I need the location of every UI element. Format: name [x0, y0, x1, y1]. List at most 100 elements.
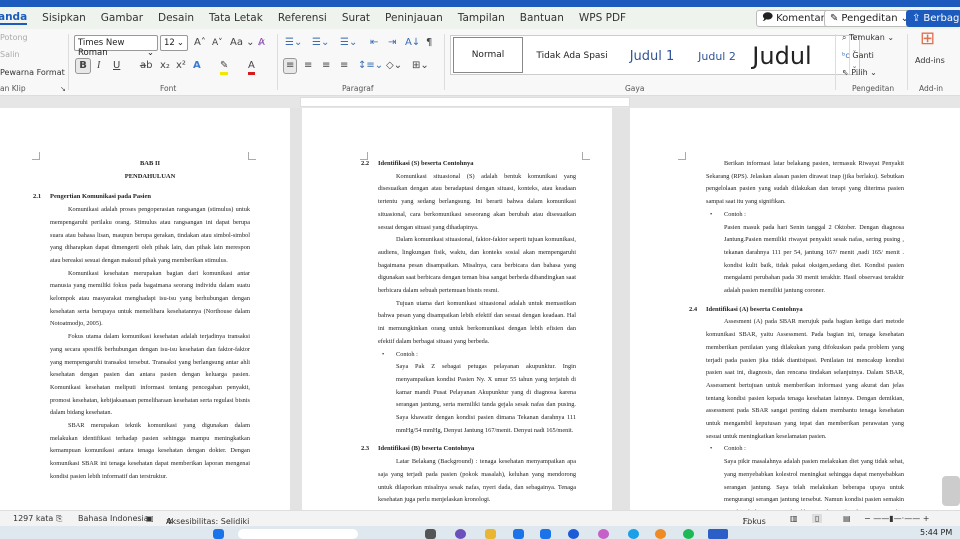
tab-tata-letak[interactable]: Tata Letak	[209, 12, 263, 24]
web-layout-icon[interactable]: ▤	[843, 514, 851, 523]
clock[interactable]: 5:44 PM	[920, 528, 952, 537]
tab-bantuan[interactable]: Bantuan	[520, 12, 564, 24]
superscript-icon[interactable]: x²	[176, 60, 186, 72]
text-predictions-icon[interactable]: ▣	[146, 514, 154, 523]
style-title[interactable]: Judul	[747, 36, 817, 76]
align-center-icon[interactable]: ≡	[304, 60, 312, 72]
strikethrough-icon[interactable]: a̶b	[140, 60, 152, 72]
proofing-icon[interactable]: ⎘	[56, 514, 62, 524]
text-effects-icon[interactable]: A	[193, 60, 201, 72]
bullets-icon[interactable]: ☰⌄	[285, 37, 302, 49]
dialog-launcher-icon[interactable]: ↘	[60, 83, 66, 95]
language[interactable]: Bahasa Indonesia	[78, 514, 149, 523]
vertical-scrollbar[interactable]	[942, 476, 960, 506]
folder-icon[interactable]	[485, 529, 496, 539]
copy-button[interactable]: Salin	[0, 50, 20, 59]
font-size-select[interactable]: 12 ⌄	[160, 35, 188, 51]
replace-button[interactable]: ᵇc Ganti	[842, 51, 874, 60]
section-title: Identifikasi (S) beserta Contohnya	[378, 160, 474, 167]
shading-icon[interactable]: ◇⌄	[386, 60, 402, 72]
numbering-icon[interactable]: ☰⌄	[312, 37, 329, 49]
share-button[interactable]: ⇪ Berbagi	[906, 10, 960, 27]
clipboard-group-label: an Klip	[0, 84, 26, 93]
subscript-icon[interactable]: x₂	[160, 60, 170, 72]
borders-icon[interactable]: ⊞⌄	[412, 60, 429, 72]
font-color-icon[interactable]: A	[248, 60, 255, 75]
italic-button[interactable]: I	[97, 60, 100, 72]
paragraph: Latar Belakang (Background) : tenaga kes…	[378, 458, 576, 504]
line-spacing-icon[interactable]: ↕≡⌄	[358, 60, 383, 72]
edge-icon[interactable]	[628, 529, 639, 539]
align-left-icon[interactable]: ≡	[283, 58, 298, 74]
multilevel-list-icon[interactable]: ☰⌄	[340, 37, 357, 49]
section-number: 2.3	[361, 445, 370, 453]
format-painter-button[interactable]: Pewarna Format	[0, 68, 65, 77]
start-icon[interactable]	[213, 529, 224, 539]
search-icon: ⌕	[842, 33, 847, 42]
word-count[interactable]: 1297 kata	[13, 514, 53, 523]
ribbon: Potong Salin Pewarna Format an Klip ↘ Ti…	[0, 29, 960, 96]
word-taskbar-icon[interactable]	[708, 529, 728, 539]
taskbar-app-icon[interactable]	[568, 529, 579, 539]
taskbar-app-icon[interactable]	[425, 529, 436, 539]
taskbar-app-icon[interactable]	[513, 529, 524, 539]
tab-sisipkan[interactable]: Sisipkan	[42, 12, 86, 24]
section-heading: 2.3 Identifikasi (B) beserta Contohnya	[361, 443, 576, 456]
tab-beranda[interactable]: anda	[0, 11, 28, 25]
underline-button[interactable]: U	[113, 60, 120, 72]
editing-group-label: Pengeditan	[852, 84, 895, 93]
firefox-icon[interactable]	[655, 529, 666, 539]
clear-formatting-icon[interactable]: A̷	[258, 37, 265, 49]
style-heading-1[interactable]: Judul 1	[617, 36, 687, 76]
tab-surat[interactable]: Surat	[342, 12, 370, 24]
section-title: Pengertian Komunikasi pada Pasien	[50, 193, 151, 201]
comment-button[interactable]: 🗩 Komentar	[756, 10, 831, 27]
example-paragraph: Saya Pak Z sebagai petugas pelayanan aku…	[396, 363, 576, 434]
style-normal[interactable]: Normal	[453, 37, 523, 73]
shrink-font-icon[interactable]: A˅	[212, 37, 223, 49]
taskbar-app-icon[interactable]	[598, 529, 609, 539]
change-case-button[interactable]: Aa ⌄	[230, 37, 255, 49]
tab-wps-pdf[interactable]: WPS PDF	[579, 12, 626, 24]
decrease-indent-icon[interactable]: ⇤	[370, 37, 378, 49]
justify-icon[interactable]: ≡	[340, 60, 348, 72]
editing-mode-button[interactable]: ✎ Pengeditan ⌄	[824, 10, 915, 27]
cut-button[interactable]: Potong	[0, 33, 28, 42]
add-ins-icon[interactable]: ⊞	[920, 30, 935, 48]
font-name-select[interactable]: Times New Roman ⌄	[74, 35, 158, 58]
style-no-spacing[interactable]: Tidak Ada Spasi	[527, 36, 617, 76]
example-paragraph: Saya pikir masalahnya adalah pasien mela…	[724, 458, 904, 510]
focus-label: Fokus	[743, 517, 766, 526]
share-label: Berbagi	[923, 13, 960, 24]
comment-label: Komentar	[776, 13, 825, 24]
tab-referensi[interactable]: Referensi	[278, 12, 327, 24]
highlight-icon[interactable]: ✎	[220, 60, 229, 75]
select-button[interactable]: ⇖ Pilih ⌄	[842, 68, 877, 77]
tab-gambar[interactable]: Gambar	[101, 12, 143, 24]
bold-button[interactable]: B	[75, 58, 91, 74]
sort-icon[interactable]: A↓	[405, 37, 420, 49]
styles-gallery: Normal Tidak Ada Spasi Judul 1 Judul 2 J…	[450, 35, 860, 75]
tab-tampilan[interactable]: Tampilan	[458, 12, 505, 24]
taskbar-app-icon[interactable]	[455, 529, 466, 539]
share-icon: ⇪	[912, 13, 921, 24]
taskbar-search[interactable]	[238, 529, 358, 539]
chevron-down-icon: ⌄	[146, 48, 154, 58]
pilcrow-icon[interactable]: ¶	[426, 37, 432, 49]
style-heading-2[interactable]: Judul 2	[687, 36, 747, 76]
chapter-title: PENDAHULUAN	[124, 172, 176, 180]
taskbar-app-icon[interactable]	[540, 529, 551, 539]
page-3: Berikan informasi latar belakang pasien,…	[630, 108, 960, 510]
horizontal-ruler[interactable]	[300, 97, 630, 107]
read-mode-icon[interactable]: ▥	[790, 514, 798, 523]
zoom-slider[interactable]: − ——▮—·—— +	[864, 514, 929, 523]
align-right-icon[interactable]: ≡	[322, 60, 330, 72]
add-ins-button[interactable]: Add-ins	[915, 56, 945, 65]
spotify-icon[interactable]	[683, 529, 694, 539]
tab-peninjauan[interactable]: Peninjauan	[385, 12, 443, 24]
increase-indent-icon[interactable]: ⇥	[388, 37, 396, 49]
tab-desain[interactable]: Desain	[158, 12, 194, 24]
grow-font-icon[interactable]: A˄	[194, 37, 206, 49]
print-layout-icon[interactable]: ▯	[812, 514, 823, 523]
find-button[interactable]: ⌕ Temukan ⌄	[842, 33, 894, 43]
